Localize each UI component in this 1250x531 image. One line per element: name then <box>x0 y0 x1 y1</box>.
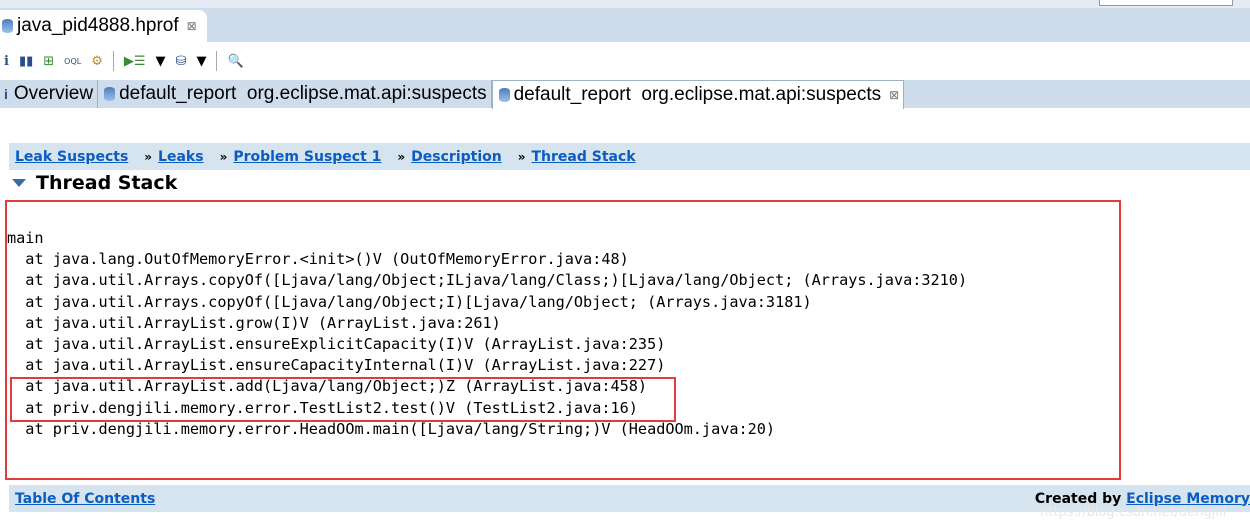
toolbar: i ▮▮ ⊞ OQL ⚙ ▶☰ ▼ ⛁ ▼ 🔍 <box>0 42 1250 80</box>
report-icon <box>498 88 510 102</box>
stack-frame: at priv.dengjili.memory.error.HeadOOm.ma… <box>25 419 776 438</box>
stack-frame: at java.util.ArrayList.grow(I)V (ArrayLi… <box>25 313 501 332</box>
tab-label: default_report org.eclipse.mat.api:suspe… <box>119 83 487 104</box>
section-header[interactable]: Thread Stack <box>12 172 177 194</box>
breadcrumb: Leak Suspects » Leaks » Problem Suspect … <box>9 143 1250 170</box>
breadcrumb-separator: » <box>517 149 526 164</box>
oql-icon[interactable]: OQL <box>64 57 81 66</box>
dominator-tree-icon[interactable]: ⊞ <box>43 54 54 69</box>
breadcrumb-leaks[interactable]: Leaks <box>158 149 204 165</box>
watermark: https://blog.csdn.net/dengjili <box>1040 505 1227 520</box>
stack-frame: at java.lang.OutOfMemoryError.<init>()V … <box>25 250 629 269</box>
editor-tab-hprof[interactable]: java_pid4888.hprof ⊠ <box>0 10 207 42</box>
stack-frame: at java.util.ArrayList.ensureExplicitCap… <box>25 335 666 354</box>
quick-access-input[interactable] <box>1099 0 1233 6</box>
stack-frame: at java.util.Arrays.copyOf([Ljava/lang/O… <box>25 292 812 311</box>
toolbar-separator <box>216 51 218 71</box>
editor-tab-bar: java_pid4888.hprof ⊠ <box>0 0 1250 42</box>
breadcrumb-problem-suspect-1[interactable]: Problem Suspect 1 <box>233 149 381 165</box>
run-report-icon[interactable]: ▶☰ <box>124 54 146 69</box>
report-tab-bar: i Overview default_report org.eclipse.mat… <box>0 80 1250 109</box>
histogram-icon[interactable]: ▮▮ <box>19 54 33 69</box>
dropdown-icon[interactable]: ▼ <box>156 54 166 69</box>
breadcrumb-separator: » <box>219 149 228 164</box>
table-of-contents-link[interactable]: Table Of Contents <box>15 491 155 507</box>
stack-frame: at java.util.ArrayList.add(Ljava/lang/Ob… <box>25 377 648 396</box>
breadcrumb-description[interactable]: Description <box>411 149 502 165</box>
title-strip <box>0 0 1250 8</box>
breadcrumb-separator: » <box>397 149 406 164</box>
stack-frame: at java.util.Arrays.copyOf([Ljava/lang/O… <box>25 271 968 290</box>
tab-overview[interactable]: i Overview <box>0 80 99 108</box>
collapse-triangle-icon[interactable] <box>12 179 26 187</box>
thread-stack-text: main at java.lang.OutOfMemoryError.<init… <box>7 228 967 440</box>
heap-dump-overview-icon[interactable]: ⚙ <box>91 54 103 69</box>
heap-dump-icon <box>2 19 13 33</box>
report-icon <box>104 87 116 101</box>
search-icon[interactable]: 🔍 <box>227 54 243 69</box>
close-icon[interactable]: ⊠ <box>187 19 197 33</box>
query-browser-icon[interactable]: ⛁ <box>176 54 187 69</box>
thread-name: main <box>7 229 44 247</box>
breadcrumb-thread-stack[interactable]: Thread Stack <box>532 149 636 165</box>
dropdown-icon[interactable]: ▼ <box>196 54 206 69</box>
stack-frame: at priv.dengjili.memory.error.TestList2.… <box>25 398 638 417</box>
editor-tab-title: java_pid4888.hprof <box>17 15 179 36</box>
tab-label: Overview <box>13 83 94 104</box>
close-icon[interactable]: ⊠ <box>889 88 899 102</box>
info-icon[interactable]: i <box>4 54 9 69</box>
tab-default-report-1[interactable]: default_report org.eclipse.mat.api:suspe… <box>98 80 492 108</box>
section-title: Thread Stack <box>36 172 178 194</box>
breadcrumb-leak-suspects[interactable]: Leak Suspects <box>15 149 128 165</box>
breadcrumb-separator: » <box>144 149 153 164</box>
toolbar-separator <box>112 51 114 71</box>
info-icon: i <box>4 86 8 102</box>
tab-label: default_report org.eclipse.mat.api:suspe… <box>513 84 882 105</box>
stack-frame: at java.util.ArrayList.ensureCapacityInt… <box>25 356 666 375</box>
tab-default-report-2[interactable]: default_report org.eclipse.mat.api:suspe… <box>491 80 905 109</box>
